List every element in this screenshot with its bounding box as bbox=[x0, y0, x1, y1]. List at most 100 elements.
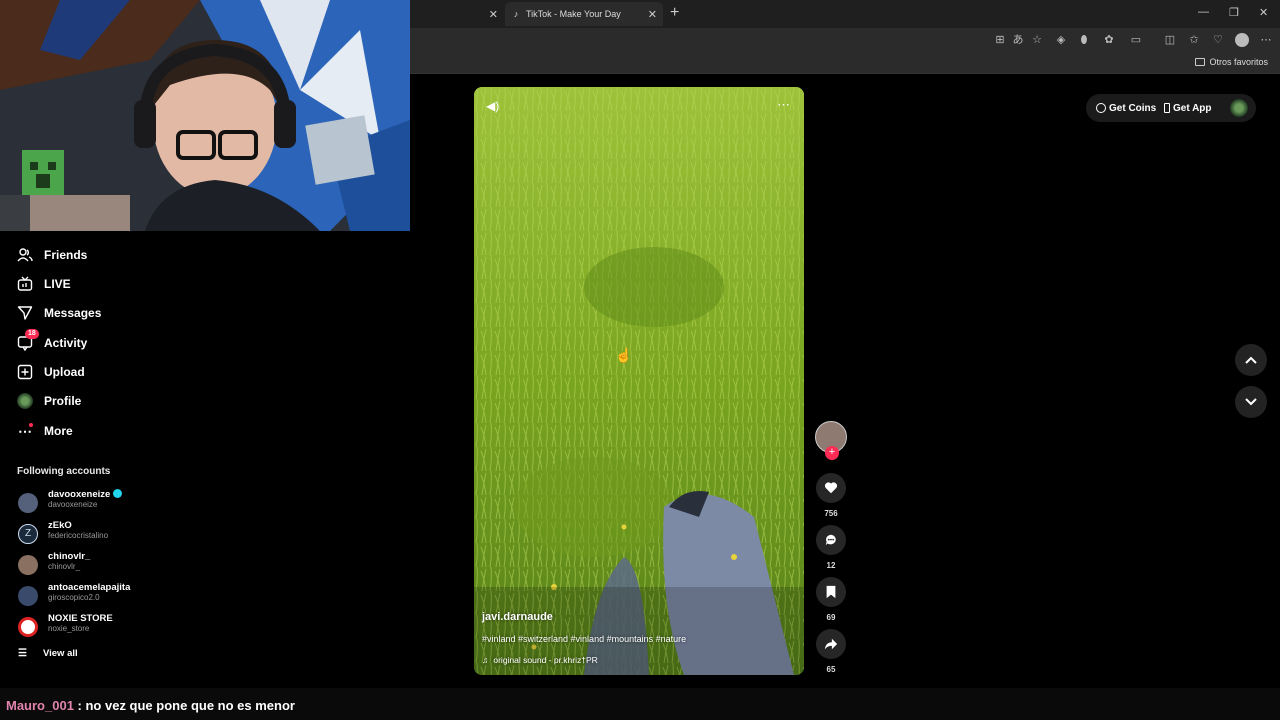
folder-label: Otros favoritos bbox=[1209, 57, 1268, 67]
bookmark-icon bbox=[826, 585, 836, 599]
sidebar-item-more[interactable]: ⋯ More bbox=[17, 420, 217, 442]
sidebar-item-label: Messages bbox=[44, 306, 102, 320]
tab-title: TikTok - Make Your Day bbox=[526, 9, 621, 19]
coin-icon bbox=[1096, 103, 1106, 113]
more-options-icon[interactable]: ⋯ bbox=[777, 97, 790, 113]
close-tab-icon[interactable]: ✕ bbox=[648, 8, 657, 21]
bookmark-count: 69 bbox=[826, 613, 836, 622]
creator-avatar[interactable]: + bbox=[815, 421, 847, 460]
chat-username: Mauro_001 bbox=[6, 698, 74, 713]
get-coins-label: Get Coins bbox=[1109, 102, 1157, 114]
like-button[interactable] bbox=[816, 473, 846, 503]
following-account[interactable]: Z zEkO federicocristalino bbox=[18, 520, 218, 548]
shield-icon[interactable]: ⬮ bbox=[1077, 33, 1091, 47]
view-all-button[interactable]: ☰ View all bbox=[18, 648, 78, 659]
mute-icon[interactable]: ◀) bbox=[486, 99, 499, 113]
video-author[interactable]: javi.darnaude bbox=[482, 611, 553, 623]
chat-text: : no vez que pone que no es menor bbox=[77, 698, 295, 713]
user-avatar[interactable] bbox=[1230, 99, 1248, 117]
avatar bbox=[18, 617, 38, 637]
stream-chat-message: Mauro_001 : no vez que pone que no es me… bbox=[0, 688, 1280, 720]
chevron-down-icon bbox=[1245, 398, 1257, 406]
live-icon bbox=[17, 276, 33, 292]
video-frame bbox=[474, 87, 804, 675]
following-account[interactable]: davooxeneize davooxeneize bbox=[18, 489, 218, 517]
mouse-cursor-icon: ☝ bbox=[615, 347, 633, 363]
friends-icon bbox=[17, 247, 33, 263]
favorites-icon[interactable]: ✩ bbox=[1187, 33, 1201, 47]
sidebar-item-messages[interactable]: Messages bbox=[17, 302, 217, 324]
avatar bbox=[18, 493, 38, 513]
following-account[interactable]: chinovlr_ chinovlr_ bbox=[18, 551, 218, 579]
following-accounts-title: Following accounts bbox=[17, 466, 111, 477]
header-actions: Get Coins Get App bbox=[1086, 94, 1256, 122]
comment-button[interactable] bbox=[816, 525, 846, 555]
split-screen-icon[interactable]: ◫ bbox=[1163, 33, 1177, 47]
share-count: 65 bbox=[826, 665, 836, 674]
more-icon: ⋯ bbox=[18, 422, 33, 439]
tab-tiktok[interactable]: ♪ TikTok - Make Your Day ✕ bbox=[505, 2, 663, 26]
favorite-star-icon[interactable]: ☆ bbox=[1030, 33, 1044, 47]
close-window-icon[interactable]: ✕ bbox=[1259, 6, 1268, 19]
avatar bbox=[18, 555, 38, 575]
account-name: chinovlr_ bbox=[48, 551, 91, 562]
next-video-button[interactable] bbox=[1235, 386, 1267, 418]
sidebar-item-upload[interactable]: Upload bbox=[17, 361, 217, 383]
sidebar-item-label: Upload bbox=[44, 365, 85, 379]
get-app-button[interactable]: Get App bbox=[1164, 103, 1212, 114]
webcam-overlay bbox=[0, 0, 410, 231]
extension-icon[interactable]: ◈ bbox=[1054, 33, 1068, 47]
get-app-label: Get App bbox=[1173, 102, 1212, 114]
cast-icon[interactable]: ▭ bbox=[1129, 33, 1143, 47]
webcam-image bbox=[0, 0, 410, 231]
restore-icon[interactable]: ❐ bbox=[1229, 6, 1239, 19]
sidebar-item-activity[interactable]: 18 Activity bbox=[17, 329, 217, 354]
folder-icon bbox=[1195, 58, 1206, 66]
chevron-up-icon bbox=[1245, 356, 1257, 364]
tab-previous[interactable]: ✕ bbox=[410, 2, 504, 26]
bookmark-button[interactable] bbox=[816, 577, 846, 607]
puzzle-icon[interactable]: ✿ bbox=[1102, 33, 1116, 47]
video-sound[interactable]: ♫ original sound - pr.khriz†PR bbox=[482, 655, 598, 665]
sidebar-item-profile[interactable]: Profile bbox=[17, 390, 217, 412]
account-handle: federicocristalino bbox=[48, 531, 109, 540]
like-count: 756 bbox=[824, 509, 838, 518]
upload-icon bbox=[17, 364, 33, 380]
minimize-icon[interactable]: — bbox=[1198, 6, 1209, 18]
video-player[interactable]: ◀) ⋯ javi.darnaude #vinland #switzerland… bbox=[474, 87, 804, 675]
sidebar-item-label: More bbox=[44, 424, 73, 438]
sound-label: original sound - pr.khriz†PR bbox=[493, 655, 598, 665]
sidebar-item-live[interactable]: LIVE bbox=[17, 273, 217, 295]
avatar bbox=[18, 586, 38, 606]
previous-video-button[interactable] bbox=[1235, 344, 1267, 376]
account-handle: noxie_store bbox=[48, 624, 90, 633]
apps-icon[interactable]: ⊞ bbox=[993, 33, 1007, 47]
get-coins-button[interactable]: Get Coins bbox=[1096, 103, 1156, 114]
sidebar-item-label: Profile bbox=[44, 394, 82, 408]
translate-icon[interactable]: あ bbox=[1011, 33, 1025, 47]
activity-icon: 18 bbox=[17, 329, 39, 351]
avatar: Z bbox=[18, 524, 38, 544]
view-all-label: View all bbox=[42, 648, 78, 659]
menu-dots-icon[interactable]: ⋯ bbox=[1259, 33, 1273, 47]
profile-avatar-icon[interactable] bbox=[1235, 33, 1249, 47]
music-note-icon: ♫ bbox=[482, 655, 489, 665]
messages-icon bbox=[17, 305, 33, 321]
follow-plus-icon[interactable]: + bbox=[825, 446, 839, 460]
tiktok-logo-icon: ♪ bbox=[513, 9, 519, 19]
following-account[interactable]: NOXIE STORE noxie_store bbox=[18, 613, 218, 641]
health-icon[interactable]: ♡ bbox=[1211, 33, 1225, 47]
close-tab-icon[interactable]: ✕ bbox=[489, 8, 498, 21]
activity-badge: 18 bbox=[25, 329, 39, 339]
following-account[interactable]: antoacemelapajita giroscopico2.0 bbox=[18, 582, 218, 610]
account-name: antoacemelapajita bbox=[48, 582, 131, 593]
other-favorites-folder[interactable]: Otros favoritos bbox=[1195, 57, 1268, 67]
sidebar-item-friends[interactable]: Friends bbox=[17, 244, 217, 266]
account-name: NOXIE STORE bbox=[48, 613, 113, 624]
list-icon: ☰ bbox=[18, 648, 27, 659]
new-tab-icon[interactable]: + bbox=[670, 4, 679, 22]
video-caption[interactable]: #vinland #switzerland #vinland #mountain… bbox=[482, 634, 686, 644]
share-button[interactable] bbox=[816, 629, 846, 659]
comment-icon bbox=[825, 534, 836, 546]
sidebar-item-label: Activity bbox=[44, 336, 88, 350]
